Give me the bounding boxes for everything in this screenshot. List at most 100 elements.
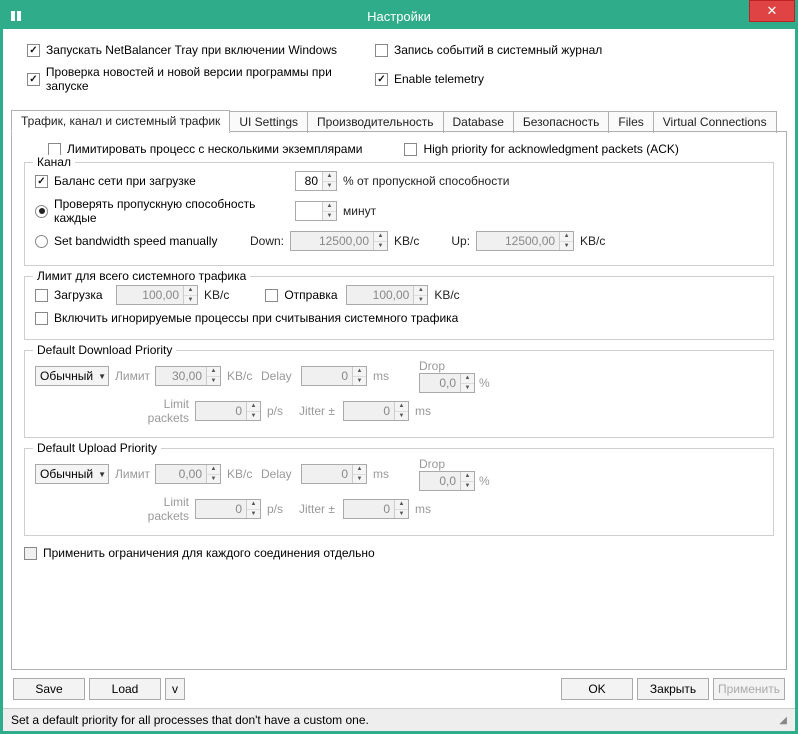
telemetry-checkbox[interactable]: [375, 73, 388, 86]
ddp-combo[interactable]: Обычный ▼: [35, 366, 109, 386]
tab-ui-settings[interactable]: UI Settings: [229, 111, 308, 133]
top-options: Запускать NetBalancer Tray при включении…: [3, 29, 795, 109]
check-news-label: Проверка новостей и новой версии програм…: [46, 65, 375, 93]
down-arrow-icon[interactable]: ▼: [323, 212, 336, 221]
upload-limit-value[interactable]: ▲▼: [346, 285, 428, 305]
dup-pct: %: [479, 474, 490, 488]
syslimit-fieldset: Лимит для всего системного трафика Загру…: [24, 276, 774, 340]
tab-virtual-connections[interactable]: Virtual Connections: [653, 111, 777, 133]
resize-grip-icon[interactable]: ◢: [779, 715, 787, 726]
dup-limit-value[interactable]: ▲▼: [155, 464, 221, 484]
up-arrow-icon[interactable]: ▲: [323, 202, 336, 212]
down-arrow-icon[interactable]: ▼: [353, 377, 366, 386]
down-arrow-icon[interactable]: ▼: [461, 482, 474, 491]
check-news-checkbox[interactable]: [27, 73, 40, 86]
down-arrow-icon[interactable]: ▼: [353, 475, 366, 484]
ddp-limit-value[interactable]: ▲▼: [155, 366, 221, 386]
up-arrow-icon[interactable]: ▲: [247, 402, 260, 412]
down-arrow-icon[interactable]: ▼: [374, 242, 387, 251]
down-arrow-icon[interactable]: ▼: [395, 412, 408, 421]
ddp-limit-packets-value[interactable]: ▲▼: [195, 401, 261, 421]
save-button[interactable]: Save: [13, 678, 85, 700]
close-button[interactable]: ✕: [749, 0, 795, 22]
up-arrow-icon[interactable]: ▲: [323, 172, 336, 182]
up-arrow-icon[interactable]: ▲: [353, 367, 366, 377]
dup-jitter-value[interactable]: ▲▼: [343, 499, 409, 519]
dup-drop-value[interactable]: ▲▼: [419, 471, 475, 491]
ddp-drop-value[interactable]: ▲▼: [419, 373, 475, 393]
tab-database[interactable]: Database: [443, 111, 514, 133]
dup-limit-packets-value[interactable]: ▲▼: [195, 499, 261, 519]
limit-multi-checkbox[interactable]: [48, 143, 61, 156]
down-arrow-icon[interactable]: ▼: [247, 510, 260, 519]
manual-bw-radio[interactable]: [35, 235, 48, 248]
tab-security[interactable]: Безопасность: [513, 111, 610, 133]
per-connection-checkbox[interactable]: [24, 547, 37, 560]
up-arrow-icon[interactable]: ▲: [395, 402, 408, 412]
down-arrow-icon[interactable]: ▼: [461, 384, 474, 393]
up-arrow-icon[interactable]: ▲: [395, 500, 408, 510]
up-arrow-icon[interactable]: ▲: [207, 367, 220, 377]
dup-ps: p/s: [267, 502, 293, 516]
down-arrow-icon[interactable]: ▼: [207, 377, 220, 386]
run-tray-checkbox[interactable]: [27, 44, 40, 57]
down-arrow-icon[interactable]: ▼: [184, 296, 197, 305]
per-connection-label: Применить ограничения для каждого соедин…: [43, 546, 375, 560]
download-limit-checkbox[interactable]: [35, 289, 48, 302]
ddp-legend: Default Download Priority: [33, 343, 176, 357]
channel-fieldset: Канал Баланс сети при загрузке ▲▼ % от п…: [24, 162, 774, 266]
check-bw-radio[interactable]: [35, 205, 48, 218]
down-value[interactable]: ▲▼: [290, 231, 388, 251]
balance-checkbox[interactable]: [35, 175, 48, 188]
ddp-delay-label: Delay: [261, 369, 295, 383]
check-bw-value[interactable]: ▲▼: [295, 201, 337, 221]
ok-button[interactable]: OK: [561, 678, 633, 700]
download-limit-value[interactable]: ▲▼: [116, 285, 198, 305]
check-bw-unit: минут: [343, 204, 376, 218]
dup-combo[interactable]: Обычный ▼: [35, 464, 109, 484]
upload-limit-checkbox[interactable]: [265, 289, 278, 302]
tab-traffic[interactable]: Трафик, канал и системный трафик: [11, 110, 230, 132]
high-prio-ack-checkbox[interactable]: [404, 143, 417, 156]
tab-files[interactable]: Files: [608, 111, 653, 133]
up-arrow-icon[interactable]: ▲: [184, 286, 197, 296]
up-arrow-icon[interactable]: ▲: [414, 286, 427, 296]
down-arrow-icon[interactable]: ▼: [323, 182, 336, 191]
manual-bw-label: Set bandwidth speed manually: [54, 234, 244, 248]
close-dialog-button[interactable]: Закрыть: [637, 678, 709, 700]
dup-drop-label: Drop: [419, 457, 445, 471]
up-arrow-icon[interactable]: ▲: [247, 500, 260, 510]
load-button[interactable]: Load: [89, 678, 161, 700]
up-label: Up:: [451, 234, 470, 248]
down-arrow-icon[interactable]: ▼: [414, 296, 427, 305]
ddp-jitter-value[interactable]: ▲▼: [343, 401, 409, 421]
dup-delay-value[interactable]: ▲▼: [301, 464, 367, 484]
up-value[interactable]: ▲▼: [476, 231, 574, 251]
down-arrow-icon[interactable]: ▼: [247, 412, 260, 421]
up-arrow-icon[interactable]: ▲: [353, 465, 366, 475]
down-arrow-icon[interactable]: ▼: [395, 510, 408, 519]
up-arrow-icon[interactable]: ▲: [461, 472, 474, 482]
ddp-limit-packets-label: Limit packets: [119, 397, 189, 425]
upload-limit-label: Отправка: [284, 288, 340, 302]
down-label: Down:: [250, 234, 284, 248]
down-arrow-icon[interactable]: ▼: [560, 242, 573, 251]
ddp-delay-value[interactable]: ▲▼: [301, 366, 367, 386]
down-arrow-icon[interactable]: ▼: [207, 475, 220, 484]
up-arrow-icon[interactable]: ▲: [461, 374, 474, 384]
include-ignored-checkbox[interactable]: [35, 312, 48, 325]
load-dropdown-button[interactable]: v: [165, 678, 185, 700]
log-events-checkbox[interactable]: [375, 44, 388, 57]
tab-row: Трафик, канал и системный трафик UI Sett…: [11, 109, 787, 131]
ddp-fieldset: Default Download Priority Обычный ▼ Лими…: [24, 350, 774, 438]
check-bw-label: Проверять пропускную способность каждые: [54, 197, 289, 225]
tab-performance[interactable]: Производительность: [307, 111, 443, 133]
apply-button[interactable]: Применить: [713, 678, 785, 700]
dup-limit-label: Лимит: [115, 467, 149, 481]
up-arrow-icon[interactable]: ▲: [374, 232, 387, 242]
up-arrow-icon[interactable]: ▲: [560, 232, 573, 242]
up-arrow-icon[interactable]: ▲: [207, 465, 220, 475]
balance-value[interactable]: ▲▼: [295, 171, 337, 191]
tab-body: Лимитировать процесс с несколькими экзем…: [11, 131, 787, 670]
app-icon: [9, 9, 23, 23]
